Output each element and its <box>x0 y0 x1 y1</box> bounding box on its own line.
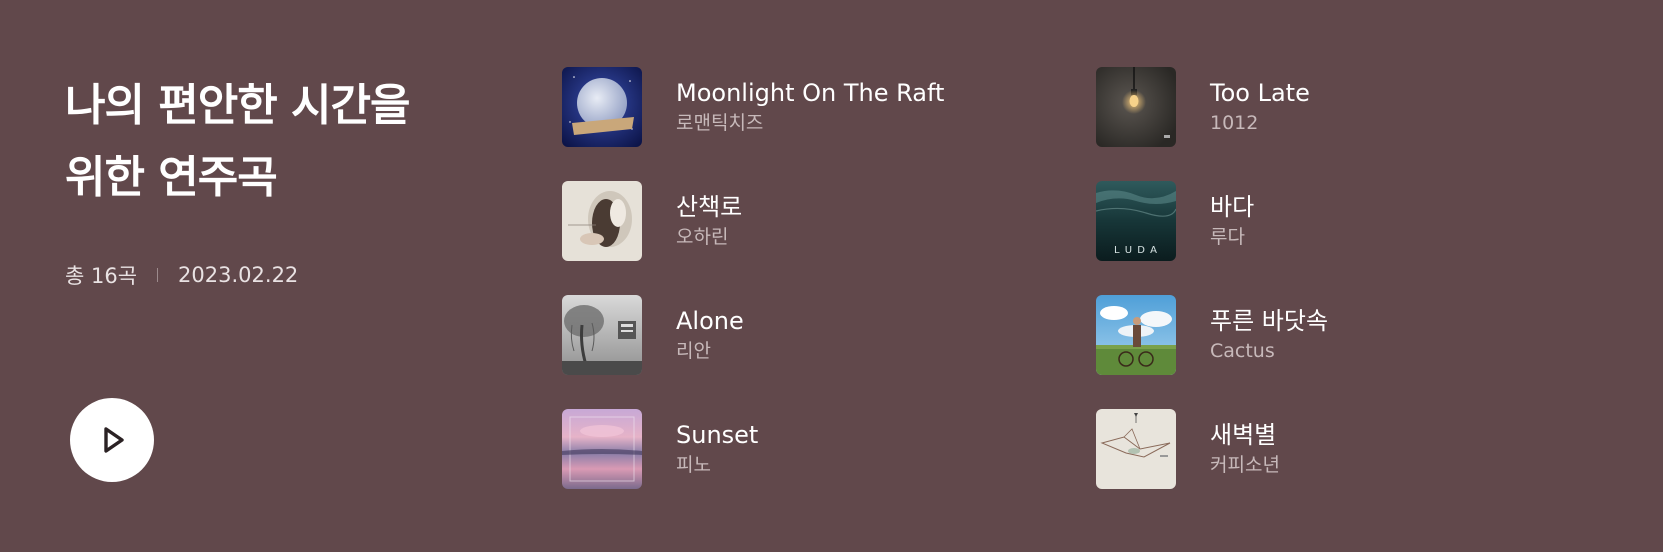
meta-divider <box>157 268 159 282</box>
cover-text: L U D A <box>1114 245 1158 256</box>
track-item[interactable]: L U D A 바다 루다 <box>1096 181 1596 261</box>
track-text: 푸른 바닷속 Cactus <box>1210 305 1328 365</box>
playlist-info: 나의 편안한 시간을위한 연주곡 총 16곡 2023.02.22 <box>65 70 485 290</box>
track-title[interactable]: Too Late <box>1210 77 1310 109</box>
track-text: Sunset 피노 <box>676 419 758 479</box>
track-title[interactable]: Alone <box>676 305 744 337</box>
track-item[interactable]: 새벽별 커피소년 <box>1096 409 1596 489</box>
moon-album-cover[interactable] <box>562 67 642 147</box>
track-artist[interactable]: 로맨틱치즈 <box>676 109 944 137</box>
track-text: 새벽별 커피소년 <box>1210 419 1280 479</box>
tree-album-cover[interactable] <box>562 295 642 375</box>
track-artist[interactable]: 커피소년 <box>1210 451 1280 479</box>
track-item[interactable]: Alone 리안 <box>562 295 1062 375</box>
play-icon <box>104 427 124 453</box>
track-text: Too Late 1012 <box>1210 77 1310 137</box>
playlist-title-line2: 위한 연주곡 <box>65 152 278 203</box>
track-item[interactable]: 산책로 오하린 <box>562 181 1062 261</box>
track-item[interactable]: 푸른 바닷속 Cactus <box>1096 295 1596 375</box>
track-text: 산책로 오하린 <box>676 191 742 251</box>
lightbulb-album-cover[interactable] <box>1096 67 1176 147</box>
track-item[interactable]: Moonlight On The Raft 로맨틱치즈 <box>562 67 1062 147</box>
track-artist[interactable]: 피노 <box>676 451 758 479</box>
track-title[interactable]: 새벽별 <box>1210 419 1280 451</box>
track-title[interactable]: Moonlight On The Raft <box>676 77 944 109</box>
playlist-meta: 총 16곡 2023.02.22 <box>65 260 485 290</box>
track-artist[interactable]: 1012 <box>1210 109 1310 137</box>
track-artist[interactable]: 오하린 <box>676 223 742 251</box>
play-button[interactable] <box>70 398 154 482</box>
track-artist[interactable]: 리안 <box>676 337 744 365</box>
track-title[interactable]: 산책로 <box>676 191 742 223</box>
track-count: 총 16곡 <box>65 264 138 288</box>
playlist-title-line1: 나의 편안한 시간을 <box>65 80 410 131</box>
sketch-album-cover[interactable] <box>1096 409 1176 489</box>
underwater-album-cover[interactable]: L U D A <box>1096 181 1176 261</box>
track-text: Moonlight On The Raft 로맨틱치즈 <box>676 77 944 137</box>
track-title[interactable]: Sunset <box>676 419 758 451</box>
track-title[interactable]: 푸른 바닷속 <box>1210 305 1328 337</box>
bicycle-album-cover[interactable] <box>1096 295 1176 375</box>
embrace-album-cover[interactable] <box>562 181 642 261</box>
track-artist[interactable]: Cactus <box>1210 337 1328 365</box>
track-item[interactable]: Sunset 피노 <box>562 409 1062 489</box>
track-item[interactable]: Too Late 1012 <box>1096 67 1596 147</box>
playlist-date: 2023.02.22 <box>178 263 299 287</box>
track-artist[interactable]: 루다 <box>1210 223 1254 251</box>
track-text: 바다 루다 <box>1210 191 1254 251</box>
track-title[interactable]: 바다 <box>1210 191 1254 223</box>
playlist-title: 나의 편안한 시간을위한 연주곡 <box>65 70 485 214</box>
track-text: Alone 리안 <box>676 305 744 365</box>
track-list: Moonlight On The Raft 로맨틱치즈 Too Late 101… <box>562 67 1632 489</box>
sunset-album-cover[interactable] <box>562 409 642 489</box>
